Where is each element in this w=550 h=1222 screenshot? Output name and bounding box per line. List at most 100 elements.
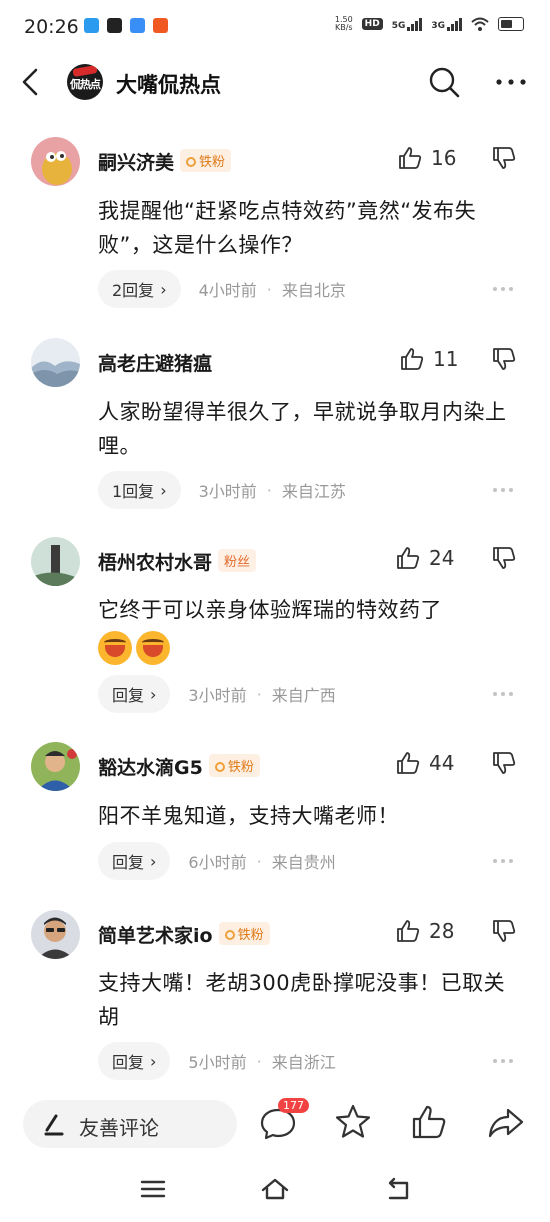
badge-icon <box>224 930 235 940</box>
status-indicators: 1.50 KB/s HD 5G 3G <box>335 16 524 32</box>
comment-time: 4小时前 <box>198 281 257 300</box>
status-app-icons <box>84 18 168 33</box>
comment-location: 来自北京 <box>281 281 346 300</box>
signal-5g-icon: 5G <box>392 17 423 31</box>
battery-icon <box>498 17 524 31</box>
comment-action-bar: 友善评论 177 <box>0 1092 550 1156</box>
account-title[interactable]: 大嘴侃热点 <box>116 69 221 99</box>
thumbs-down-icon[interactable] <box>491 145 517 171</box>
reply-button[interactable]: 回复 › <box>98 1042 171 1080</box>
comment-more-icon[interactable] <box>493 1058 517 1064</box>
search-icon[interactable] <box>427 65 461 99</box>
chevron-right-icon: › <box>150 851 157 871</box>
badge-icon <box>214 762 225 772</box>
fan-badge: 铁粉 <box>208 754 260 777</box>
user-name[interactable]: 梧州农村水哥 粉丝 <box>98 548 257 575</box>
chevron-right-icon: › <box>150 684 157 704</box>
reply-button[interactable]: 回复 › <box>98 675 171 713</box>
chevron-right-icon: › <box>150 1051 157 1071</box>
account-avatar[interactable]: 侃热点 <box>67 64 103 100</box>
thumbs-down-icon[interactable] <box>491 918 517 944</box>
fan-badge: 铁粉 <box>218 922 270 945</box>
user-name[interactable]: 简单艺术家io 铁粉 <box>98 921 270 948</box>
comment-input[interactable]: 友善评论 <box>23 1100 237 1148</box>
home-icon[interactable] <box>260 1174 290 1204</box>
chevron-right-icon: › <box>160 480 167 500</box>
more-options-icon[interactable] <box>494 70 528 94</box>
like-count: 11 <box>433 347 459 371</box>
user-name[interactable]: 高老庄避猪瘟 <box>98 349 212 376</box>
user-avatar[interactable] <box>31 742 80 791</box>
comment-time: 6小时前 <box>188 853 247 872</box>
back-nav-icon[interactable] <box>382 1174 412 1204</box>
wifi-icon <box>471 17 489 31</box>
comment-meta: 回复 › 5小时前 · 来自浙江 <box>98 1042 336 1080</box>
comment-more-icon[interactable] <box>493 691 517 697</box>
separator: · <box>266 279 272 299</box>
like-count: 24 <box>429 546 455 570</box>
pen-icon <box>44 1114 64 1136</box>
user-name[interactable]: 嗣兴济美 铁粉 <box>98 148 232 175</box>
thumbs-up-icon <box>397 752 420 774</box>
star-icon[interactable] <box>333 1102 373 1142</box>
comment-time: 3小时前 <box>188 686 247 705</box>
fan-badge: 粉丝 <box>218 549 257 572</box>
laughing-emoji-icon <box>136 631 170 665</box>
qq-icon <box>84 18 99 33</box>
like-button[interactable]: 28 <box>395 916 454 946</box>
separator: · <box>256 1051 262 1071</box>
comment-meta: 2回复 › 4小时前 · 来自北京 <box>98 270 346 308</box>
comment-location: 来自贵州 <box>271 853 336 872</box>
like-count: 16 <box>431 146 457 170</box>
share-icon[interactable] <box>486 1102 526 1142</box>
like-button[interactable]: 24 <box>395 543 454 573</box>
thumbs-down-icon[interactable] <box>491 545 517 571</box>
user-avatar[interactable] <box>31 537 80 586</box>
user-name[interactable]: 豁达水滴G5 铁粉 <box>98 753 260 780</box>
comment-text: 阳不羊鬼知道，支持大嘴老师！ <box>98 804 399 828</box>
like-count: 44 <box>429 751 455 775</box>
like-button[interactable]: 11 <box>399 344 458 374</box>
status-bar: 20:26 1.50 KB/s HD 5G 3G <box>0 0 550 56</box>
thumbs-down-icon[interactable] <box>491 346 517 372</box>
comment-more-icon[interactable] <box>493 487 517 493</box>
comment-text: 我提醒他“赶紧吃点特效药”竟然“发布失败”，这是什么操作？ <box>98 199 477 257</box>
separator: · <box>256 684 262 704</box>
comment-meta: 回复 › 6小时前 · 来自贵州 <box>98 842 336 880</box>
comment-more-icon[interactable] <box>493 858 517 864</box>
comment-count-badge: 177 <box>278 1098 309 1113</box>
comment-placeholder: 友善评论 <box>79 1116 159 1140</box>
fan-badge: 铁粉 <box>180 149 232 172</box>
menu-icon[interactable] <box>138 1174 168 1204</box>
reply-button[interactable]: 回复 › <box>98 842 171 880</box>
comment-meta: 回复 › 3小时前 · 来自广西 <box>98 675 336 713</box>
system-nav-bar <box>0 1156 550 1222</box>
user-avatar[interactable] <box>31 338 80 387</box>
like-button[interactable]: 44 <box>395 748 454 778</box>
thumbs-up-icon[interactable] <box>409 1102 449 1142</box>
back-icon[interactable] <box>16 64 48 100</box>
thumbs-down-icon[interactable] <box>491 750 517 776</box>
comment-location: 来自浙江 <box>271 1053 336 1072</box>
signal-3g-icon: 3G <box>431 17 462 31</box>
separator: · <box>256 851 262 871</box>
comment-text: 人家盼望得羊很久了，早就说争取月内染上哩。 <box>98 400 507 458</box>
badge-icon <box>186 157 197 167</box>
user-avatar[interactable] <box>31 137 80 186</box>
comment-more-icon[interactable] <box>493 286 517 292</box>
status-time: 20:26 <box>24 16 79 38</box>
comment-time: 3小时前 <box>198 482 257 501</box>
comment-meta: 1回复 › 3小时前 · 来自江苏 <box>98 471 346 509</box>
like-button[interactable]: 16 <box>397 143 456 173</box>
user-avatar[interactable] <box>31 910 80 959</box>
comment-text: 它终于可以亲身体验辉瑞的特效药了 <box>98 593 518 667</box>
chevron-right-icon: › <box>160 279 167 299</box>
comment-location: 来自江苏 <box>281 482 346 501</box>
top-nav-bar: 侃热点 大嘴侃热点 <box>0 56 550 110</box>
reply-button[interactable]: 2回复 › <box>98 270 181 308</box>
reply-button[interactable]: 1回复 › <box>98 471 181 509</box>
comment-location: 来自广西 <box>271 686 336 705</box>
thumbs-up-icon <box>397 547 420 569</box>
hd-icon: HD <box>361 18 383 30</box>
app-icon <box>153 18 168 33</box>
